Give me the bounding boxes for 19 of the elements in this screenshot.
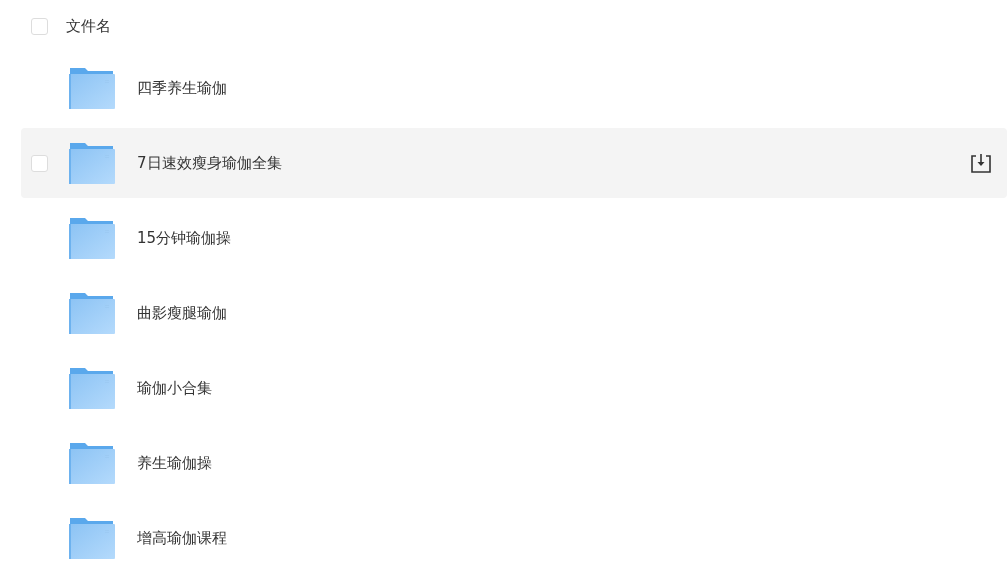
folder-icon bbox=[69, 292, 115, 334]
column-header: 文件名 bbox=[66, 17, 111, 36]
folder-name[interactable]: 15分钟瑜伽操 bbox=[137, 228, 1007, 248]
download-icon[interactable] bbox=[970, 152, 992, 174]
folder-name[interactable]: 7日速效瘦身瑜伽全集 bbox=[137, 153, 970, 173]
folder-name[interactable]: 曲影瘦腿瑜伽 bbox=[137, 303, 1007, 323]
row-checkbox[interactable] bbox=[31, 154, 48, 172]
folder-name[interactable]: 养生瑜伽操 bbox=[137, 453, 1007, 473]
folder-icon bbox=[69, 67, 115, 109]
folder-icon bbox=[69, 517, 115, 559]
folder-icon bbox=[69, 442, 115, 484]
select-all-checkbox[interactable] bbox=[31, 18, 48, 35]
folder-icon bbox=[69, 217, 115, 259]
folder-name[interactable]: 瑜伽小合集 bbox=[137, 378, 1007, 398]
folder-name[interactable]: 四季养生瑜伽 bbox=[137, 78, 1007, 98]
folder-icon bbox=[69, 367, 115, 409]
folder-name[interactable]: 增高瑜伽课程 bbox=[137, 528, 1007, 548]
folder-icon bbox=[69, 142, 115, 184]
file-row[interactable]: 7日速效瘦身瑜伽全集 bbox=[21, 128, 1007, 198]
